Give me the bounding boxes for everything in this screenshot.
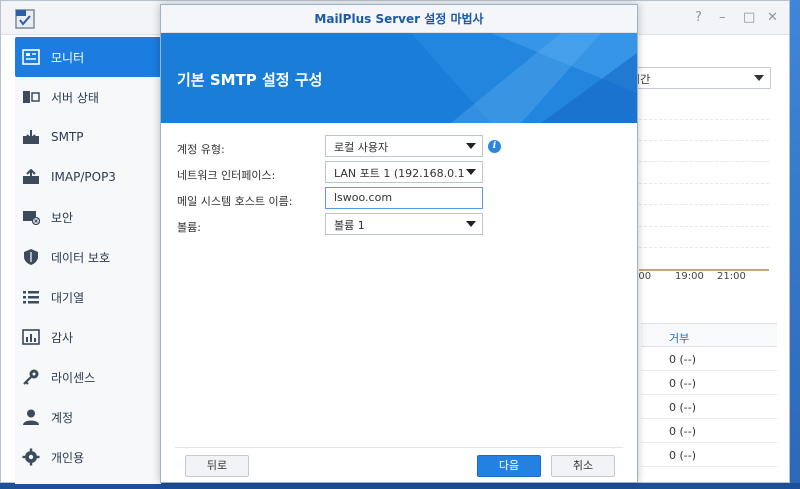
- sidebar-item-smtp[interactable]: SMTP: [15, 117, 161, 157]
- personal-icon: [21, 447, 41, 467]
- sidebar-item-label: IMAP/POP3: [51, 170, 116, 184]
- sidebar-item-personal[interactable]: 개인용: [15, 437, 161, 477]
- sidebar-item-label: 서버 상태: [51, 90, 99, 105]
- sidebar-item-audit[interactable]: 감사: [15, 317, 161, 357]
- back-button[interactable]: 뒤로: [185, 455, 249, 477]
- sidebar-item-label: 개인용: [51, 450, 85, 465]
- chevron-down-icon: [466, 221, 476, 227]
- stats-table: 거부 0 (--) 0 (--) 0 (--) 0 (--) 0 (--): [641, 323, 777, 467]
- table-row: 0 (--): [641, 443, 777, 467]
- chart-grid-line: [639, 119, 769, 120]
- volume-value: 볼륨 1: [334, 219, 365, 232]
- minimize-icon[interactable]: –: [719, 10, 726, 25]
- chart-tick-label: 21:00: [717, 271, 746, 282]
- sidebar-item-account[interactable]: 계정: [15, 397, 161, 437]
- account-type-label: 계정 유형:: [177, 143, 225, 156]
- chart-baseline: [639, 269, 769, 271]
- dialog-footer-divider: [175, 447, 623, 448]
- sidebar: 모니터 서버 상태 SMTP IMAP/POP3 보안 데이터 보호 대기열 감…: [15, 35, 161, 484]
- table-row: 0 (--): [641, 371, 777, 395]
- table-cell: 0 (--): [669, 353, 697, 366]
- chart-grid-line: [639, 204, 769, 205]
- sidebar-item-label: 데이터 보호: [51, 250, 111, 265]
- setup-wizard-dialog: MailPlus Server 설정 마법사 기본 SMTP 설정 구성 계정 …: [160, 4, 638, 483]
- chart-grid-line: [639, 183, 769, 184]
- traffic-chart: [639, 119, 769, 271]
- audit-icon: [21, 327, 41, 347]
- security-icon: [21, 207, 41, 227]
- sidebar-item-queue[interactable]: 대기열: [15, 277, 161, 317]
- hostname-label: 메일 시스템 호스트 이름:: [177, 195, 293, 208]
- smtp-icon: [21, 127, 41, 147]
- table-cell: 0 (--): [669, 377, 697, 390]
- info-icon[interactable]: i: [488, 140, 501, 153]
- sidebar-item-label: 대기열: [51, 290, 85, 305]
- chart-grid-line: [639, 140, 769, 141]
- monitor-icon: [21, 47, 41, 67]
- cancel-button[interactable]: 취소: [551, 455, 615, 477]
- account-type-value: 로컬 사용자: [334, 141, 389, 154]
- dialog-form: 계정 유형: 로컬 사용자 i 네트워크 인터페이스: LAN 포트 1 (19…: [161, 123, 637, 453]
- next-button[interactable]: 다음: [477, 455, 541, 477]
- hostname-input[interactable]: lswoo.com: [325, 187, 483, 209]
- hostname-value: lswoo.com: [334, 191, 393, 204]
- sidebar-item-data-protection[interactable]: 데이터 보호: [15, 237, 161, 277]
- banner-title: 기본 SMTP 설정 구성: [177, 71, 323, 89]
- volume-select[interactable]: 볼륨 1: [325, 213, 483, 235]
- data-protection-icon: [21, 247, 41, 267]
- chart-tick-label: 19:00: [675, 271, 704, 282]
- chevron-down-icon: [754, 75, 764, 81]
- sidebar-item-imap[interactable]: IMAP/POP3: [15, 157, 161, 197]
- column-header-reject: 거부: [669, 332, 690, 345]
- network-interface-label: 네트워크 인터페이스:: [177, 169, 276, 182]
- account-type-select[interactable]: 로컬 사용자: [325, 135, 483, 157]
- table-cell: 0 (--): [669, 449, 697, 462]
- sidebar-item-label: 보안: [51, 210, 74, 225]
- sidebar-item-security[interactable]: 보안: [15, 197, 161, 237]
- license-icon: [21, 367, 41, 387]
- chart-grid-line: [639, 247, 769, 248]
- dialog-banner: 기본 SMTP 설정 구성: [161, 33, 637, 123]
- table-cell: 0 (--): [669, 401, 697, 414]
- imap-icon: [21, 167, 41, 187]
- chart-grid-line: [639, 226, 769, 227]
- network-interface-select[interactable]: LAN 포트 1 (192.168.0.16(: [325, 161, 483, 183]
- sidebar-item-label: 라이센스: [51, 370, 96, 385]
- dialog-title: MailPlus Server 설정 마법사: [161, 5, 637, 33]
- help-icon[interactable]: ?: [695, 10, 702, 25]
- network-interface-value: LAN 포트 1 (192.168.0.16(: [334, 167, 464, 180]
- maximize-icon[interactable]: □: [743, 10, 755, 25]
- table-row: 0 (--): [641, 395, 777, 419]
- sidebar-item-label: SMTP: [51, 130, 84, 144]
- server-status-icon: [21, 87, 41, 107]
- sidebar-item-license[interactable]: 라이센스: [15, 357, 161, 397]
- chevron-down-icon: [466, 143, 476, 149]
- sidebar-item-label: 모니터: [51, 50, 85, 65]
- app-logo-icon: [15, 9, 35, 29]
- chart-grid-line: [639, 161, 769, 162]
- table-row: 0 (--): [641, 419, 777, 443]
- queue-icon: [21, 287, 41, 307]
- sidebar-item-server-status[interactable]: 서버 상태: [15, 77, 161, 117]
- chevron-down-icon: [466, 169, 476, 175]
- account-icon: [21, 407, 41, 427]
- close-icon[interactable]: ✕: [767, 10, 778, 25]
- table-row: 0 (--): [641, 347, 777, 371]
- time-range-select[interactable]: 시간: [623, 67, 771, 89]
- sidebar-item-label: 계정: [51, 410, 74, 425]
- sidebar-item-label: 감사: [51, 330, 74, 345]
- sidebar-item-monitor[interactable]: 모니터: [15, 37, 161, 77]
- table-cell: 0 (--): [669, 425, 697, 438]
- volume-label: 볼륨:: [177, 221, 201, 234]
- table-header: 거부: [641, 323, 777, 347]
